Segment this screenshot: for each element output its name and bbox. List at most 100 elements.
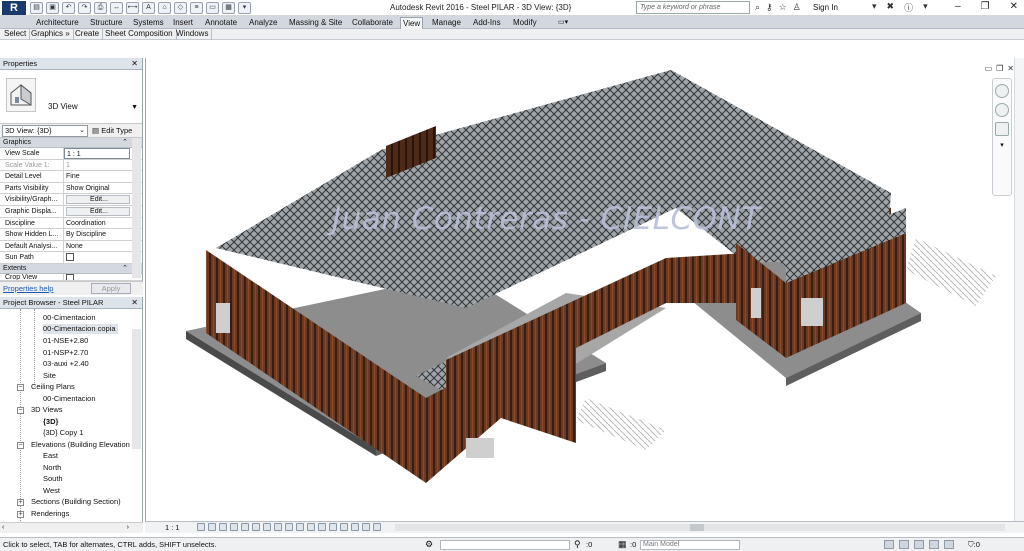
filter-count-icon[interactable]: ⚲ [574,539,581,550]
detail-level-icon[interactable] [197,523,205,531]
tree-item[interactable]: {3D} [43,417,58,427]
analysis-display-icon[interactable] [318,523,326,531]
tab-add-ins[interactable]: Add-Ins [471,17,503,29]
favorites-star-icon[interactable]: ☆ [779,2,787,13]
design-options-icon[interactable]: ▦ [618,539,627,550]
sign-in-dropdown-icon[interactable]: ▾ [872,1,877,14]
expand-toggle-icon[interactable]: + [17,499,24,506]
tab-architecture[interactable]: Architecture [34,17,81,29]
detail-level-value[interactable]: Fine [64,171,130,182]
tree-item[interactable]: 3D Views [31,405,63,415]
measure-icon[interactable]: ↔ [110,2,123,14]
reveal-constraints-icon[interactable] [340,523,348,531]
select-pinned-icon[interactable] [914,540,924,549]
help-dropdown-icon[interactable]: ▾ [923,1,928,14]
tree-item[interactable]: 01-NSE+2.80 [43,336,88,346]
graphic-display-edit-button[interactable]: Edit... [66,206,130,216]
temporary-view-properties-icon[interactable] [351,523,359,531]
panel-graphics[interactable]: Graphics » [28,29,74,40]
3d-viewport[interactable]: Juan Contreras - CIELCONT ▭ ❐ ✕ ▾ [145,58,1024,521]
tree-item[interactable]: 00-Cimentacion [43,313,96,323]
sign-in-button[interactable]: Sign In [813,3,838,12]
panel-select[interactable]: Select [1,29,31,40]
worksharing-display-icon[interactable] [307,523,315,531]
tab-manage[interactable]: Manage [430,17,463,29]
help-search-input[interactable]: Type a keyword or phrase [636,1,750,14]
tree-item[interactable]: Renderings [31,509,69,519]
filter-status[interactable]: ⛉:0 [968,540,980,550]
close-hidden-windows-icon[interactable]: ▭ [206,2,219,14]
tree-item[interactable]: 00-Cimentacion [43,394,96,404]
tree-item[interactable]: Elevations (Building Elevation [31,440,130,450]
scroll-left-icon[interactable]: ‹ [2,524,4,531]
viewport-horizontal-scrollbar[interactable] [395,524,1005,531]
properties-help-link[interactable]: Properties help [3,284,53,293]
shadows-icon[interactable] [230,523,238,531]
subscription-key-icon[interactable]: ⚷ [766,2,773,13]
tree-item[interactable]: {3D} Copy 1 [43,428,83,438]
collapse-toggle-icon[interactable]: − [17,442,24,449]
show-crop-region-icon[interactable] [263,523,271,531]
tree-item[interactable]: 01-NSP+2.70 [43,348,88,358]
tree-item[interactable]: West [43,486,60,496]
tree-item[interactable]: 03-auxi +2.40 [43,359,89,369]
parts-visibility-value[interactable]: Show Original [64,183,130,194]
close-icon[interactable]: ✕ [1007,64,1014,73]
show-hidden-lines-value[interactable]: By Discipline [64,229,130,240]
view-scale-input[interactable]: 1 : 1 [64,148,130,159]
user-icon[interactable]: ♙ [793,2,801,13]
switch-windows-icon[interactable]: ▦ [222,2,235,14]
chevron-down-icon[interactable]: ▾ [995,141,1009,155]
restore-icon[interactable]: ❐ [996,64,1003,73]
instance-filter-select[interactable]: 3D View: {3D} ⌄ [2,125,88,137]
dimension-icon[interactable]: ⟷ [126,2,139,14]
discipline-value[interactable]: Coordination [64,218,130,229]
default-3d-view-icon[interactable]: ⌂ [158,2,171,14]
exchange-apps-icon[interactable]: ✖ [887,1,895,14]
browser-scrollbar[interactable] [132,329,141,449]
view-control-more-icon[interactable] [373,523,381,531]
restore-icon[interactable]: ❐ [981,1,990,12]
zoom-icon[interactable] [995,122,1009,136]
print-icon[interactable]: ⎙ [94,2,107,14]
steering-wheel-icon[interactable] [995,103,1009,117]
minimize-icon[interactable]: – [955,1,961,12]
view-scale-button[interactable]: 1 : 1 [165,523,180,532]
temporary-hide-icon[interactable] [285,523,293,531]
properties-scrollbar[interactable] [132,138,141,278]
chevron-down-icon[interactable]: ▼ [131,104,138,111]
group-extents[interactable]: Extents ⌃ [0,263,142,274]
scroll-thumb[interactable] [690,524,704,531]
text-icon[interactable]: A [142,2,155,14]
open-icon[interactable]: ▤ [30,2,43,14]
binoculars-icon[interactable]: ⌕ [755,2,760,13]
tab-insert[interactable]: Insert [171,17,195,29]
default-analysis-value[interactable]: None [64,241,130,252]
select-links-icon[interactable] [884,540,894,549]
drag-elements-icon[interactable] [944,540,954,549]
group-graphics[interactable]: Graphics ⌃ [0,138,142,148]
help-icon[interactable]: ⓘ [904,1,913,14]
collapse-icon[interactable]: ⌃ [122,138,128,147]
crop-view-checkbox[interactable] [66,273,74,280]
tab-structure[interactable]: Structure [88,17,124,29]
tab-view[interactable]: View [400,17,424,29]
hide-analytical-model-icon[interactable] [362,523,370,531]
visual-style-icon[interactable] [208,523,216,531]
customize-toolbar-icon[interactable]: ▾ [238,2,251,14]
viewport-scrollbar[interactable] [1014,58,1024,521]
section-icon[interactable]: ◇ [174,2,187,14]
panel-windows[interactable]: Windows [173,29,213,40]
sun-path-checkbox[interactable] [66,253,74,262]
select-by-face-icon[interactable] [929,540,939,549]
close-icon[interactable]: ✕ [131,58,138,69]
lock-3d-view-icon[interactable] [274,523,282,531]
tree-item[interactable]: North [43,463,61,473]
tab-modify[interactable]: Modify [511,17,539,29]
tree-item[interactable]: 00-Cimentacion copia [43,324,118,334]
thin-lines-icon[interactable]: ≡ [190,2,203,14]
collapse-toggle-icon[interactable]: − [17,407,24,414]
visibility-graphics-edit-button[interactable]: Edit... [66,195,130,204]
crop-view-icon[interactable] [252,523,260,531]
collapse-toggle-icon[interactable]: − [17,384,24,391]
